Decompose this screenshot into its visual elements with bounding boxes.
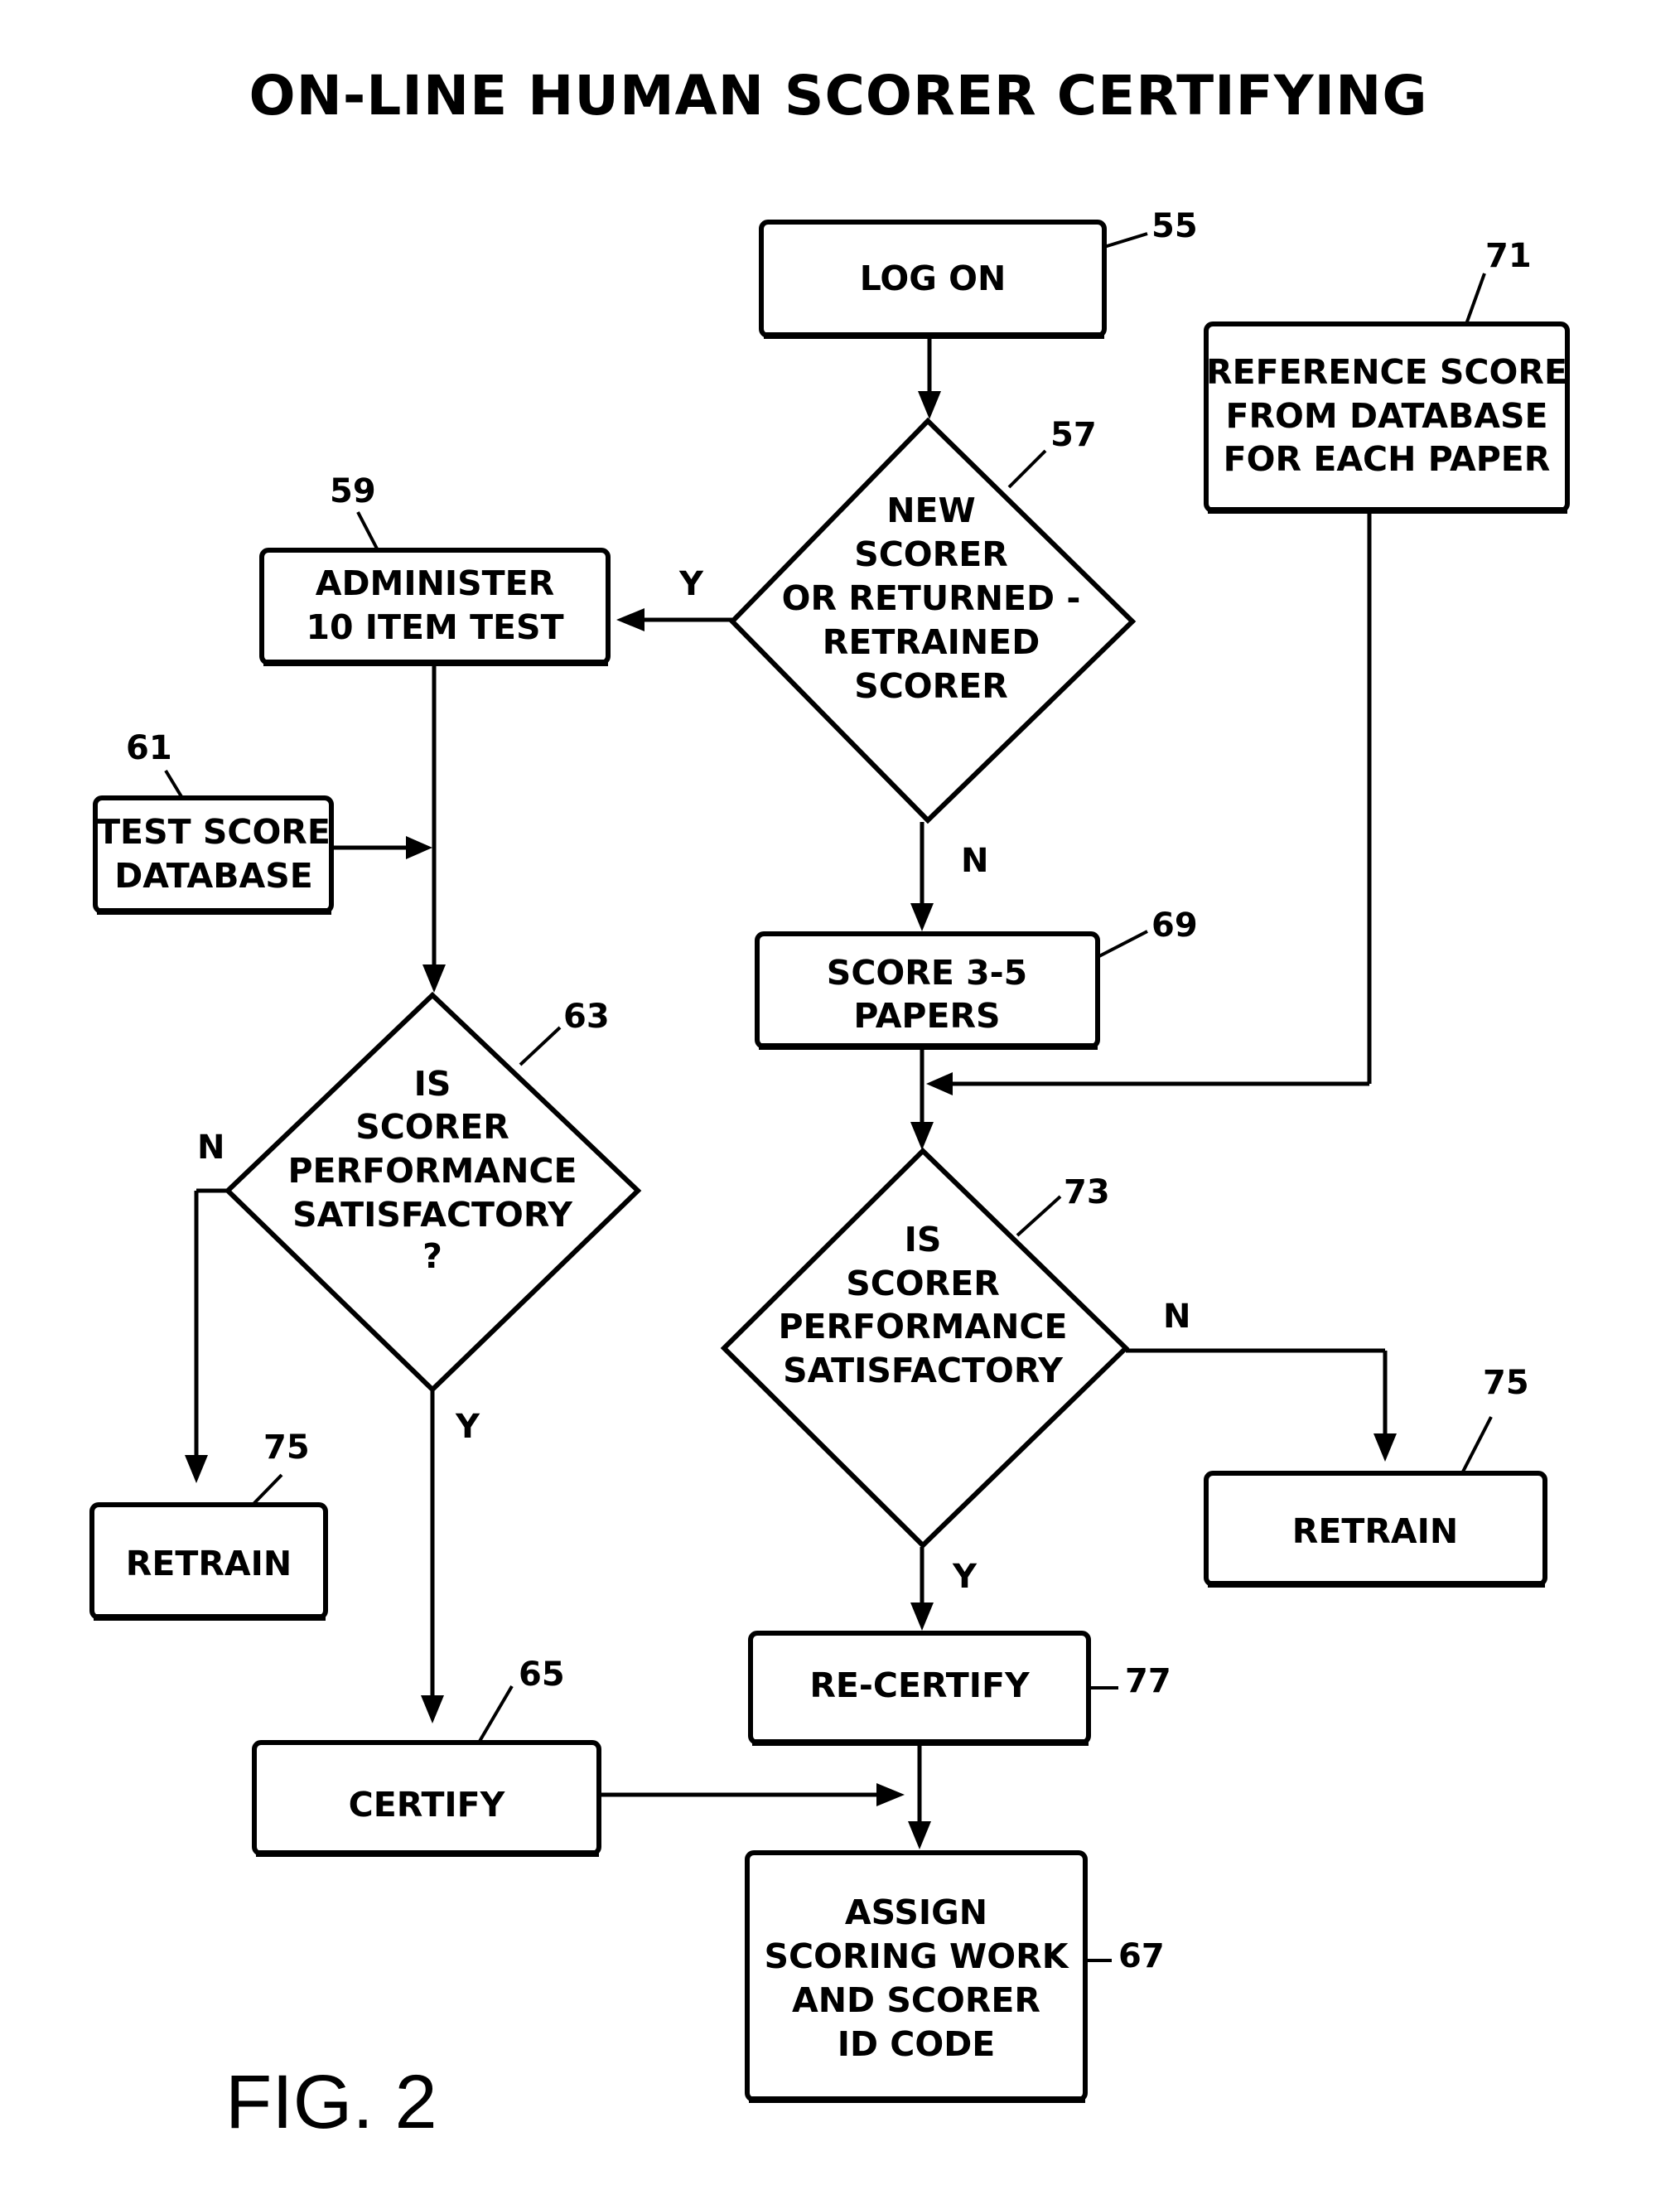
ref-number: 65 [519, 1656, 565, 1694]
leader-line [1465, 273, 1486, 325]
arrowhead-icon [876, 1783, 905, 1806]
arrowhead-icon [918, 391, 941, 419]
node-score-papers: SCORE 3-5 PAPERS [755, 931, 1100, 1050]
arrowhead-icon [910, 1602, 934, 1631]
node-label: ADMINISTER [316, 563, 554, 603]
decision-new-scorer: NEW SCORER OR RETURNED - RETRAINED SCORE… [728, 417, 1137, 824]
edge-label-yes: Y [678, 565, 704, 603]
node-retrain-right: RETRAIN [1204, 1471, 1547, 1588]
node-label: RETRAIN [1292, 1511, 1458, 1551]
leader-line [1016, 1195, 1062, 1237]
node-label: SATISFACTORY [783, 1351, 1064, 1390]
node-label: RETRAINED [823, 622, 1040, 662]
arrowhead-icon [1373, 1433, 1397, 1462]
leader-line [1097, 930, 1148, 959]
node-label: REFERENCE SCORE [1206, 352, 1567, 392]
leader-line [356, 511, 379, 551]
node-assign-work: ASSIGN SCORING WORK AND SCORER ID CODE [745, 1850, 1088, 2103]
node-label: FOR EACH PAPER [1224, 439, 1551, 479]
arrowhead-icon [422, 964, 446, 993]
node-label: IS [905, 1220, 942, 1259]
flowchart-canvas: ON-LINE HUMAN SCORER CERTIFYING LOG ON 5… [89, 64, 1570, 2144]
ref-number: 73 [1064, 1173, 1110, 1211]
node-label: PAPERS [853, 996, 1000, 1036]
leader-line [1103, 232, 1148, 249]
node-label: SCORER [355, 1107, 509, 1147]
diagram-title: ON-LINE HUMAN SCORER CERTIFYING [249, 64, 1427, 128]
node-label: SCORER [854, 666, 1008, 706]
ref-number: 77 [1125, 1662, 1171, 1700]
node-label: SCORE 3-5 [827, 953, 1027, 993]
ref-number: 69 [1151, 906, 1198, 945]
ref-number: 61 [126, 729, 172, 767]
arrowhead-icon [908, 1821, 931, 1849]
node-label: SCORER [846, 1264, 1000, 1303]
arrowhead-icon [421, 1695, 444, 1723]
node-retrain-left: RETRAIN [89, 1502, 328, 1621]
leader-line [164, 769, 184, 800]
node-label: TEST SCORE [97, 812, 331, 852]
ref-number: 55 [1151, 207, 1198, 245]
node-label: DATABASE [114, 856, 313, 896]
node-certify: CERTIFY [252, 1740, 601, 1857]
ref-number: 75 [263, 1428, 310, 1467]
node-label: PERFORMANCE [287, 1151, 577, 1191]
edge-label-no: N [197, 1129, 224, 1167]
node-test-score-database: TEST SCORE DATABASE [93, 795, 334, 915]
edge-label-yes: Y [455, 1408, 480, 1446]
edge-label-no: N [1163, 1298, 1190, 1336]
leader-line [251, 1473, 283, 1506]
ref-number: 59 [330, 472, 376, 510]
node-label: SATISFACTORY [292, 1195, 573, 1235]
node-label: ? [422, 1236, 442, 1276]
edge-label-yes: Y [952, 1558, 978, 1596]
ref-number: 71 [1485, 237, 1532, 275]
node-administer-test: ADMINISTER 10 ITEM TEST [259, 548, 611, 666]
node-label: CERTIFY [349, 1785, 506, 1825]
ref-number: 75 [1483, 1364, 1529, 1402]
node-label: RE-CERTIFY [809, 1665, 1031, 1705]
leader-line [519, 1026, 562, 1066]
node-label: ID CODE [838, 2024, 996, 2064]
edge-label-no: N [961, 842, 988, 880]
leader-line [1460, 1416, 1493, 1474]
node-label: IS [414, 1064, 451, 1104]
node-log-on: LOG ON [759, 220, 1107, 339]
node-label: AND SCORER [792, 1980, 1040, 2020]
ref-number: 63 [563, 998, 610, 1036]
node-label: SCORING WORK [765, 1936, 1070, 1976]
node-recertify: RE-CERTIFY [748, 1631, 1091, 1746]
node-label: LOG ON [860, 259, 1007, 298]
arrowhead-icon [926, 1072, 953, 1095]
arrowhead-icon [185, 1455, 208, 1483]
node-label: PERFORMANCE [778, 1307, 1067, 1346]
node-reference-score: REFERENCE SCORE FROM DATABASE FOR EACH P… [1204, 321, 1570, 514]
arrowhead-icon [406, 836, 432, 859]
leader-line [1007, 449, 1047, 489]
leader-line [477, 1685, 514, 1744]
decision-performance-63: IS SCORER PERFORMANCE SATISFACTORY ? [224, 991, 642, 1394]
arrowhead-icon [910, 903, 934, 931]
node-label: SCORER [854, 534, 1008, 574]
node-label: 10 ITEM TEST [306, 607, 563, 647]
ref-number: 67 [1118, 1937, 1165, 1975]
node-label: NEW [886, 491, 976, 530]
arrowhead-icon [910, 1122, 934, 1150]
node-label: FROM DATABASE [1225, 396, 1547, 436]
node-label: OR RETURNED - [782, 578, 1081, 618]
figure-label: FIG. 2 [225, 2060, 437, 2144]
ref-number: 57 [1050, 416, 1097, 454]
arrowhead-icon [616, 608, 644, 631]
node-label: ASSIGN [845, 1893, 987, 1932]
node-label: RETRAIN [126, 1544, 292, 1583]
